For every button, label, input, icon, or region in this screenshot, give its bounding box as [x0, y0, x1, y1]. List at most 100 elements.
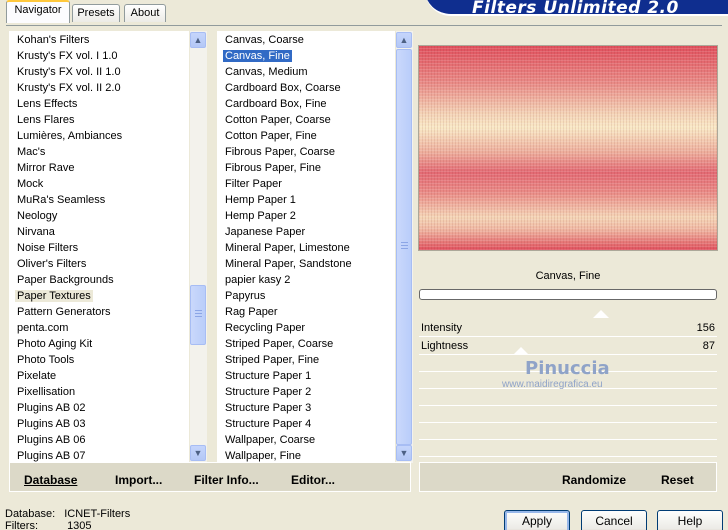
list-item[interactable]: Pixellisation [15, 384, 75, 400]
list-item[interactable]: Wallpaper, Coarse [223, 432, 315, 448]
list-item-label: Plugins AB 07 [17, 450, 86, 462]
list-item[interactable]: Structure Paper 2 [223, 384, 311, 400]
list-item[interactable]: Nirvana [15, 224, 55, 240]
category-list[interactable]: Kohan's Filters Krusty's FX vol. I 1.0 Kru… [9, 31, 189, 463]
list-item-label: Striped Paper, Fine [225, 354, 320, 366]
list-item[interactable]: Japanese Paper [223, 224, 305, 240]
list-item[interactable]: Noise Filters [15, 240, 78, 256]
slider-lightness[interactable]: Lightness 87 [419, 337, 717, 355]
list-item[interactable]: Mineral Paper, Limestone [223, 240, 350, 256]
list-item[interactable]: Paper Textures [15, 288, 93, 304]
category-scrollbar[interactable]: ▲ ▼ [190, 31, 207, 463]
list-item[interactable]: Plugins AB 07 [15, 448, 86, 463]
list-item[interactable]: Plugins AB 02 [15, 400, 86, 416]
list-item[interactable]: Pixelate [15, 368, 56, 384]
list-item[interactable]: Plugins AB 06 [15, 432, 86, 448]
list-item[interactable]: Krusty's FX vol. II 1.0 [15, 64, 121, 80]
reset-button[interactable]: Reset [661, 473, 694, 487]
filter-scrollbar[interactable]: ▲ ▼ [396, 31, 413, 463]
list-item[interactable]: Rag Paper [223, 304, 278, 320]
list-item-label: Wallpaper, Coarse [225, 434, 316, 446]
scroll-down-icon[interactable]: ▼ [396, 445, 412, 461]
list-item-label: Lens Effects [17, 98, 78, 110]
slider-label: Intensity [421, 322, 462, 334]
list-item[interactable]: Canvas, Coarse [223, 32, 304, 48]
list-item[interactable]: Canvas, Medium [223, 64, 308, 80]
list-item[interactable]: papier kasy 2 [223, 272, 290, 288]
list-item[interactable]: Papyrus [223, 288, 265, 304]
list-item[interactable]: Lens Flares [15, 112, 74, 128]
list-item[interactable]: Mac's [15, 144, 45, 160]
tab-about[interactable]: About [124, 4, 166, 22]
list-item[interactable]: MuRa's Seamless [15, 192, 105, 208]
list-item[interactable]: Cardboard Box, Fine [223, 96, 327, 112]
list-item-label: Mineral Paper, Limestone [225, 242, 350, 254]
list-item[interactable]: Mock [15, 176, 43, 192]
list-item[interactable]: Paper Backgrounds [15, 272, 114, 288]
list-item[interactable]: Striped Paper, Fine [223, 352, 319, 368]
list-item[interactable]: Krusty's FX vol. II 2.0 [15, 80, 121, 96]
list-item-label: Photo Aging Kit [17, 338, 93, 350]
list-item[interactable]: Kohan's Filters [15, 32, 89, 48]
scroll-up-icon[interactable]: ▲ [396, 32, 412, 48]
list-item[interactable]: Recycling Paper [223, 320, 305, 336]
list-item[interactable]: Structure Paper 4 [223, 416, 311, 432]
list-item-label: Canvas, Medium [225, 66, 308, 78]
list-item[interactable]: Structure Paper 3 [223, 400, 311, 416]
list-item[interactable]: Wallpaper, Fine [223, 448, 301, 463]
editor-button[interactable]: Editor... [291, 473, 335, 487]
scroll-thumb[interactable] [190, 285, 206, 345]
watermark: Pinuccia www.maidiregrafica.eu [502, 358, 610, 390]
randomize-button[interactable]: Randomize [562, 473, 626, 487]
scroll-down-icon[interactable]: ▼ [190, 445, 206, 461]
list-item[interactable]: Cardboard Box, Coarse [223, 80, 341, 96]
filter-info-button[interactable]: Filter Info... [194, 473, 259, 487]
list-item[interactable]: Hemp Paper 2 [223, 208, 296, 224]
help-button[interactable]: Help [657, 510, 723, 530]
scroll-thumb[interactable] [396, 49, 412, 445]
scroll-up-icon[interactable]: ▲ [190, 32, 206, 48]
list-item-label: Filter Paper [225, 178, 282, 190]
list-item[interactable]: Fibrous Paper, Fine [223, 160, 321, 176]
list-item[interactable]: Filter Paper [223, 176, 282, 192]
list-item[interactable]: Photo Tools [15, 352, 74, 368]
slider-handle[interactable] [513, 347, 529, 355]
list-item[interactable]: Lens Effects [15, 96, 77, 112]
database-button[interactable]: Database [24, 473, 77, 487]
import-button[interactable]: Import... [115, 473, 162, 487]
list-item[interactable]: Cotton Paper, Fine [223, 128, 317, 144]
list-item[interactable]: Plugins AB 03 [15, 416, 86, 432]
filters-value: 1305 [67, 520, 92, 530]
cancel-button[interactable]: Cancel [581, 510, 647, 530]
list-item[interactable]: Neology [15, 208, 57, 224]
list-item[interactable]: Pattern Generators [15, 304, 111, 320]
list-item-label: Wallpaper, Fine [225, 450, 302, 462]
list-item-label: Canvas, Fine [223, 50, 292, 62]
list-item[interactable]: Mirror Rave [15, 160, 74, 176]
list-item[interactable]: penta.com [15, 320, 68, 336]
list-item-label: Mock [17, 178, 44, 190]
tab-navigator[interactable]: Navigator [6, 0, 70, 23]
slider-value: 87 [702, 340, 715, 352]
list-item[interactable]: Cotton Paper, Coarse [223, 112, 331, 128]
slider-handle[interactable] [593, 310, 609, 318]
slider-intensity[interactable]: Intensity 156 [419, 310, 717, 337]
list-item[interactable]: Mineral Paper, Sandstone [223, 256, 352, 272]
app-title: Filters Unlimited 2.0 [472, 0, 679, 18]
list-item[interactable]: Structure Paper 1 [223, 368, 311, 384]
database-value: ICNET-Filters [64, 508, 131, 520]
list-item-label: Hemp Paper 2 [225, 210, 296, 222]
list-item[interactable]: Lumières, Ambiances [15, 128, 122, 144]
apply-button[interactable]: Apply [504, 510, 570, 530]
list-item[interactable]: Fibrous Paper, Coarse [223, 144, 335, 160]
list-item[interactable]: Oliver's Filters [15, 256, 86, 272]
list-item[interactable]: Striped Paper, Coarse [223, 336, 333, 352]
tab-presets[interactable]: Presets [72, 4, 120, 22]
list-item-label: Structure Paper 3 [225, 402, 312, 414]
filter-list[interactable]: Canvas, Coarse Canvas, Fine Canvas, Medium… [217, 31, 395, 463]
list-item[interactable]: Hemp Paper 1 [223, 192, 296, 208]
list-item[interactable]: Krusty's FX vol. I 1.0 [15, 48, 118, 64]
watermark-name: Pinuccia [525, 358, 610, 379]
list-item[interactable]: Photo Aging Kit [15, 336, 92, 352]
list-item[interactable]: Canvas, Fine [223, 48, 292, 64]
